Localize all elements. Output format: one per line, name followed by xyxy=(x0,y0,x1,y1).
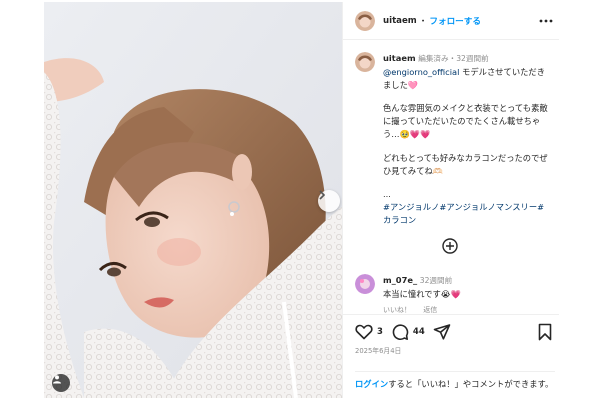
comment-icon[interactable] xyxy=(391,323,409,341)
person-icon xyxy=(53,375,61,384)
like-count[interactable]: 3 xyxy=(377,327,383,337)
caption-avatar[interactable] xyxy=(355,52,375,72)
bookmark-icon[interactable] xyxy=(537,323,553,341)
login-prompt-text: すると「いいね！」やコメントができます。 xyxy=(388,379,554,389)
caption-timestamp: 編集済み・32週間前 xyxy=(418,54,489,63)
user-tags-button[interactable] xyxy=(52,374,70,392)
post-header: uitaem ・ フォローする xyxy=(343,2,559,40)
more-options-icon[interactable] xyxy=(539,15,553,27)
caption-paragraph-3: どれもとっても好みなカラコンだったのでぜひ見てみてね🫶🏻 xyxy=(383,152,548,176)
mention-link[interactable]: @engiorno_official xyxy=(383,67,459,77)
author-avatar[interactable] xyxy=(355,10,375,31)
comment-count[interactable]: 44 xyxy=(413,327,425,337)
commenter-username[interactable]: m_07e_ xyxy=(383,275,417,285)
follow-button[interactable]: フォローする xyxy=(429,15,481,27)
next-image-button[interactable] xyxy=(318,190,340,212)
header-separator: ・ xyxy=(418,16,428,27)
post-caption: uitaem 編集済み・32週間前 @engiorno_official モデル… xyxy=(355,52,555,227)
comment-item: m_07e_ 32週間前 本当に憧れです😭💗 いいね！ 返信 xyxy=(355,274,555,317)
portrait-image xyxy=(44,2,342,398)
post-sidebar: uitaem ・ フォローする uitaem 編集済み・32週間前 @engio… xyxy=(342,2,559,398)
commenter-avatar[interactable] xyxy=(355,274,375,294)
caption-paragraph-2: 色んな雰囲気のメイクと衣装でとっても素敵に撮っていただいたのでたくさん載せちゃう… xyxy=(383,103,548,139)
comment-like-button[interactable]: いいね！ xyxy=(383,306,411,314)
login-prompt: ログインすると「いいね！」やコメントができます。 xyxy=(355,371,555,391)
heart-icon[interactable] xyxy=(355,323,373,341)
comment-reply-button[interactable]: 返信 xyxy=(423,306,437,314)
comment-text: 本当に憧れです😭💗 xyxy=(383,288,461,299)
chevron-right-icon xyxy=(319,190,326,200)
login-link[interactable]: ログイン xyxy=(355,379,388,389)
caption-ellipsis: ... xyxy=(383,189,391,200)
share-icon[interactable] xyxy=(433,323,451,341)
caption-username[interactable]: uitaem xyxy=(383,53,416,63)
comment-timestamp: 32週間前 xyxy=(419,276,453,285)
action-bar: 3 44 2025年6月4日 ログインすると「いいね！」やコメントができます。 xyxy=(343,314,559,398)
author-username[interactable]: uitaem xyxy=(383,16,417,26)
post-date[interactable]: 2025年6月4日 xyxy=(355,345,401,355)
post-photo[interactable] xyxy=(44,2,342,398)
load-more-comments-icon[interactable] xyxy=(442,238,458,254)
hashtags[interactable]: #アンジョルノ#アンジョルノマンスリー#カラコン xyxy=(383,201,551,227)
